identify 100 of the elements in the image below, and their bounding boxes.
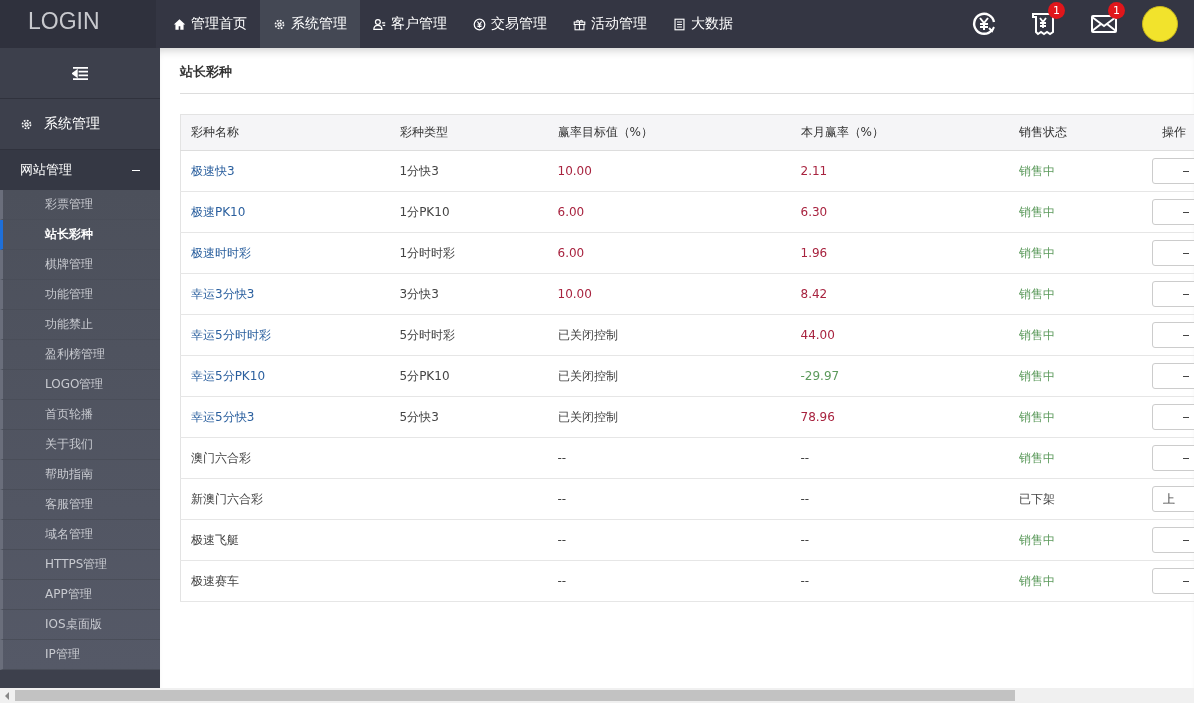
table-cell: 极速飞艇: [191, 532, 239, 547]
status-text: 销售中: [1018, 163, 1055, 178]
action-button[interactable]: [1151, 363, 1194, 389]
action-button[interactable]: 上: [1151, 486, 1194, 512]
nav-tab[interactable]: 客户管理: [360, 0, 460, 48]
table-cell: --: [557, 492, 567, 506]
column-header: 销售状态: [1008, 114, 1152, 151]
sidebar-item[interactable]: 域名管理: [0, 520, 160, 550]
sidebar-item[interactable]: 客服管理: [0, 490, 160, 520]
column-header: 彩种类型: [389, 114, 548, 151]
table-cell: 1.96: [800, 246, 828, 260]
status-text: 销售中: [1018, 368, 1055, 383]
lottery-link[interactable]: 幸运5分时时彩: [191, 327, 271, 342]
action-button[interactable]: [1151, 322, 1194, 348]
sidebar-item[interactable]: 站长彩种: [0, 220, 160, 250]
menu-collapse-icon[interactable]: [71, 65, 89, 81]
table-cell: --: [800, 574, 810, 588]
status-text: 已下架: [1018, 491, 1055, 506]
gift-icon: [573, 17, 586, 31]
table-cell: --: [557, 533, 567, 547]
sidebar-item[interactable]: IP管理: [0, 640, 160, 670]
table-cell: --: [800, 533, 810, 547]
table-cell: 6.30: [800, 205, 828, 219]
action-button[interactable]: [1151, 527, 1194, 553]
sidebar-item[interactable]: 彩票管理: [0, 190, 160, 220]
gear-icon: [20, 117, 33, 131]
table-cell: 5分快3: [399, 409, 439, 424]
lottery-link[interactable]: 幸运5分快3: [191, 409, 255, 424]
page-title: 站长彩种: [180, 48, 1194, 94]
notification-badge: 1: [1108, 2, 1125, 19]
table-cell: 8.42: [800, 287, 828, 301]
lottery-link[interactable]: 幸运5分PK10: [191, 368, 265, 383]
table-cell: 1分快3: [399, 163, 439, 178]
sidebar-item[interactable]: 功能管理: [0, 280, 160, 310]
table-cell: 10.00: [557, 287, 592, 301]
column-header: 赢率目标值（%）: [547, 114, 791, 151]
sidebar-item[interactable]: LOGO管理: [0, 370, 160, 400]
sidebar-item[interactable]: HTTPS管理: [0, 550, 160, 580]
sidebar-item[interactable]: 功能禁止: [0, 310, 160, 340]
table-cell: --: [800, 492, 810, 506]
sidebar-item[interactable]: 关于我们: [0, 430, 160, 460]
nav-tab[interactable]: 大数据: [660, 0, 746, 48]
status-text: 销售中: [1018, 532, 1055, 547]
action-button[interactable]: [1151, 240, 1194, 266]
nav-tab[interactable]: 活动管理: [560, 0, 660, 48]
lottery-link[interactable]: 幸运3分快3: [191, 286, 255, 301]
table-cell: 5分时时彩: [399, 327, 456, 342]
action-button[interactable]: [1151, 158, 1194, 184]
sidebar-item[interactable]: IOS桌面版: [0, 610, 160, 640]
column-header: 操作: [1151, 114, 1194, 151]
nav-tab[interactable]: 管理首页: [160, 0, 260, 48]
user-icon: [373, 17, 386, 31]
status-text: 销售中: [1018, 573, 1055, 588]
sidebar-item[interactable]: APP管理: [0, 580, 160, 610]
nav-tab[interactable]: 系统管理: [260, 0, 360, 48]
action-button[interactable]: [1151, 445, 1194, 471]
column-header: 彩种名称: [180, 114, 390, 151]
user-avatar[interactable]: [1142, 6, 1178, 42]
table-cell: 5分PK10: [399, 368, 450, 383]
table-cell: 2.11: [800, 164, 828, 178]
table-cell: 极速赛车: [191, 573, 239, 588]
brand-logo: LOGIN: [0, 0, 156, 48]
table-cell: --: [557, 451, 567, 465]
status-text: 销售中: [1018, 409, 1055, 424]
action-button[interactable]: [1151, 281, 1194, 307]
status-text: 销售中: [1018, 245, 1055, 260]
table-cell: -29.97: [800, 369, 840, 383]
table-cell: 1分PK10: [399, 204, 450, 219]
action-button[interactable]: [1151, 404, 1194, 430]
yen-refresh-icon[interactable]: [970, 10, 998, 38]
table-cell: 6.00: [557, 205, 585, 219]
sidebar-item[interactable]: 棋牌管理: [0, 250, 160, 280]
sidebar-item[interactable]: 首页轮播: [0, 400, 160, 430]
table-cell: --: [800, 451, 810, 465]
notification-badge: 1: [1048, 2, 1065, 19]
table-cell: 澳门六合彩: [191, 450, 251, 465]
lottery-link[interactable]: 极速PK10: [191, 204, 246, 219]
column-header: 本月赢率（%）: [790, 114, 1009, 151]
home-icon: [173, 17, 186, 31]
table-cell: 1分时时彩: [399, 245, 456, 260]
menu-group[interactable]: 网站管理: [0, 150, 160, 190]
document-icon: [673, 17, 686, 31]
action-button[interactable]: [1151, 568, 1194, 594]
status-text: 销售中: [1018, 204, 1055, 219]
status-text: 销售中: [1018, 450, 1055, 465]
status-text: 销售中: [1018, 286, 1055, 301]
nav-tab[interactable]: 交易管理: [460, 0, 560, 48]
table-cell: 44.00: [800, 328, 835, 342]
table-cell: 6.00: [557, 246, 585, 260]
lottery-link[interactable]: 极速时时彩: [191, 245, 251, 260]
table-cell: 10.00: [557, 164, 592, 178]
sidebar-item[interactable]: 盈利榜管理: [0, 340, 160, 370]
gear-icon: [273, 17, 286, 31]
table-cell: 已关闭控制: [557, 327, 618, 342]
table-cell: --: [557, 574, 567, 588]
sidebar-item[interactable]: 帮助指南: [0, 460, 160, 490]
action-button[interactable]: [1151, 199, 1194, 225]
table-cell: 3分快3: [399, 286, 439, 301]
lottery-link[interactable]: 极速快3: [191, 163, 235, 178]
horizontal-scrollbar[interactable]: [0, 688, 1194, 703]
